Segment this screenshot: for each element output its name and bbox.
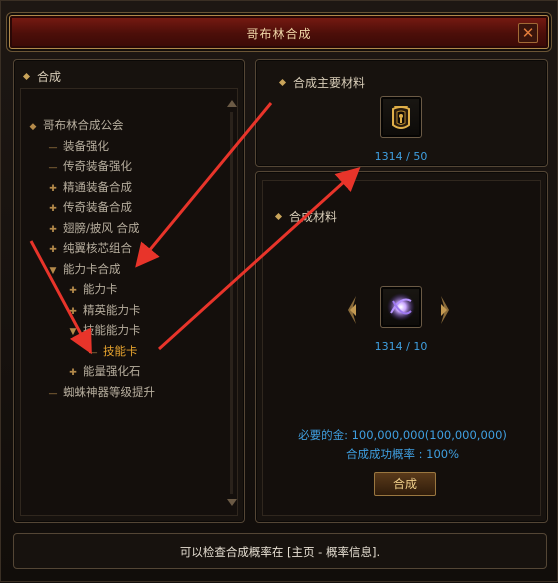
tree-item-elite-card[interactable]: ✚ 精英能力卡: [67, 302, 140, 318]
window-title: 哥布林合成: [246, 27, 312, 41]
tree-item-energy-stone[interactable]: ✚ 能量强化石: [67, 363, 140, 379]
tree-item-skill-ability-card[interactable]: ▼ 技能能力卡: [67, 322, 141, 338]
tree-item-spider-artifact[interactable]: — 蜘蛛神器等级提升: [47, 384, 156, 400]
tree-item-equip-enhance[interactable]: — 装备强化: [47, 138, 110, 154]
collapse-icon: ▼: [49, 266, 57, 276]
footer-bar: 可以检查合成概率在 [主页 - 概率信息].: [13, 533, 547, 569]
leaf-icon: —: [48, 389, 58, 399]
material-header: 合成材料: [274, 208, 337, 225]
goblin-crafting-window: 哥布林合成 ✕ 合成 ◆ 哥布林合成公会 — 装备强化 — 传奇装备强化 ✚ 精通装备合…: [0, 0, 558, 582]
probability-hint: 可以检查合成概率在 [主页 - 概率信息].: [179, 545, 381, 559]
expand-icon: ✚: [69, 368, 77, 378]
material-panel: 合成材料 1314 / 10 必要的金: 100,000,000(100,000…: [255, 171, 548, 523]
category-panel: 合成 ◆ 哥布林合成公会 — 装备强化 — 传奇装备强化 ✚ 精通装备合成 ✚ 传奇装备合…: [13, 59, 245, 523]
gold-emblem-icon: [392, 106, 410, 129]
main-material-panel: 合成主要材料 1314 / 50: [255, 59, 548, 167]
ornament-left-icon: [348, 296, 356, 324]
expand-icon: ◆: [29, 122, 37, 132]
tree-item-ability-card[interactable]: ✚ 能力卡: [67, 281, 117, 297]
scroll-down-icon[interactable]: [227, 499, 237, 506]
tree-item-ability-card-combine[interactable]: ▼ 能力卡合成: [47, 261, 121, 277]
material-slot[interactable]: [380, 286, 422, 328]
leaf-icon: —: [48, 143, 58, 153]
leaf-icon: —: [88, 348, 98, 358]
leaf-icon: —: [48, 163, 58, 173]
expand-icon: ✚: [69, 307, 77, 317]
craft-button[interactable]: 合成: [374, 472, 436, 496]
tree-scrollbar[interactable]: [226, 100, 238, 506]
material-count: 1314 / 10: [374, 340, 428, 353]
tree-item-wing-core[interactable]: ✚ 纯翼核芯组合: [47, 240, 132, 256]
diamond-icon: [22, 72, 31, 81]
success-rate: 合成成功概率 : 100%: [345, 447, 460, 461]
tree-item-goblin-guild[interactable]: ◆ 哥布林合成公会: [27, 117, 124, 133]
expand-icon: ✚: [49, 225, 57, 235]
scroll-up-icon[interactable]: [227, 100, 237, 107]
tree-item-legend-combine[interactable]: ✚ 传奇装备合成: [47, 199, 132, 215]
expand-icon: ✚: [49, 204, 57, 214]
main-material-count: 1314 / 50: [374, 150, 428, 163]
required-gold: 必要的金: 100,000,000(100,000,000): [298, 428, 507, 442]
tree-item-skill-card[interactable]: — 技能卡: [87, 343, 138, 359]
title-bar: 哥布林合成 ✕: [9, 15, 549, 49]
close-button[interactable]: ✕: [518, 23, 538, 43]
main-material-slot[interactable]: [380, 96, 422, 138]
category-tree: ◆ 哥布林合成公会 — 装备强化 — 传奇装备强化 ✚ 精通装备合成 ✚ 传奇装备合成 ✚…: [20, 88, 238, 516]
diamond-icon: [278, 78, 287, 87]
ornament-right-icon: [441, 296, 449, 324]
scroll-track[interactable]: [230, 112, 233, 494]
main-material-header: 合成主要材料: [278, 74, 365, 91]
expand-icon: ✚: [49, 184, 57, 194]
category-header: 合成: [22, 68, 61, 85]
purple-crystal-icon: [387, 293, 415, 321]
diamond-icon: [274, 212, 283, 221]
expand-icon: ✚: [49, 245, 57, 255]
tree-item-legend-enhance[interactable]: — 传奇装备强化: [47, 158, 133, 174]
tree-item-wing-cape[interactable]: ✚ 翅膀/披风 合成: [47, 220, 139, 236]
close-icon: ✕: [521, 24, 535, 42]
expand-icon: ✚: [69, 286, 77, 296]
collapse-icon: ▼: [69, 327, 77, 337]
tree-item-master-combine[interactable]: ✚ 精通装备合成: [47, 179, 132, 195]
